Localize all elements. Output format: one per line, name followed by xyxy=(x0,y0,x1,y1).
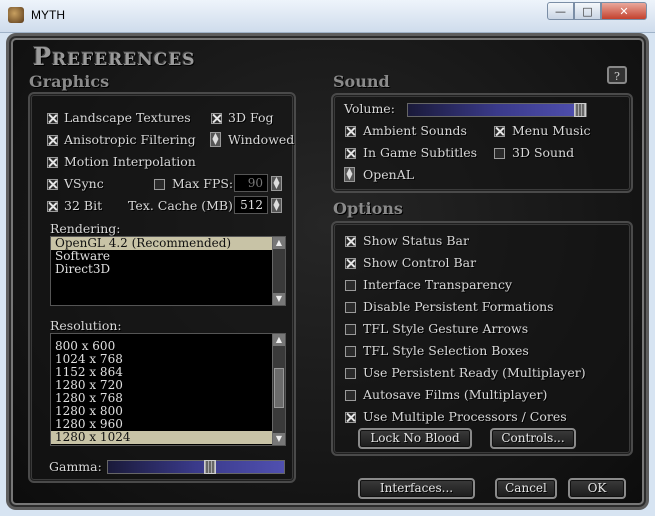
close-button[interactable]: ✕ xyxy=(601,2,647,20)
option-label: TFL Style Selection Boxes xyxy=(363,343,529,358)
option-checkbox[interactable] xyxy=(345,346,356,357)
in-game-subtitles-checkbox[interactable] xyxy=(345,148,356,159)
3d-sound-label: 3D Sound xyxy=(512,145,575,160)
option-checkbox[interactable] xyxy=(345,236,356,247)
lock-no-blood-button[interactable]: Lock No Blood xyxy=(358,428,472,449)
fog-3d-checkbox[interactable] xyxy=(211,113,222,124)
fog-3d-label: 3D Fog xyxy=(228,110,274,125)
resolution-listbox[interactable]: 800 x 600 1024 x 768 1152 x 864 1280 x 720 1… xyxy=(50,333,286,446)
option-label: Use Persistent Ready (Multiplayer) xyxy=(363,365,586,380)
anisotropic-filtering-checkbox[interactable] xyxy=(47,135,58,146)
32-bit-label: 32 Bit xyxy=(64,198,103,213)
option-checkbox[interactable] xyxy=(345,412,356,423)
landscape-textures-label: Landscape Textures xyxy=(64,110,191,125)
volume-slider-knob[interactable] xyxy=(574,103,586,117)
menu-music-label: Menu Music xyxy=(512,123,591,138)
dialog-title: Preferences xyxy=(33,42,196,71)
windowed-arrows-icon[interactable]: ▲ ▼ xyxy=(210,132,221,147)
32-bit-checkbox[interactable] xyxy=(47,201,58,212)
window-title: MYTH xyxy=(31,8,65,22)
controls-button[interactable]: Controls... xyxy=(490,428,576,449)
motion-interpolation-label: Motion Interpolation xyxy=(64,154,196,169)
anisotropic-filtering-label: Anisotropic Filtering xyxy=(64,132,196,147)
scroll-up-icon[interactable]: ▲ xyxy=(273,237,285,249)
sound-section-title: Sound xyxy=(333,72,390,91)
option-label: TFL Style Gesture Arrows xyxy=(363,321,529,336)
option-checkbox[interactable] xyxy=(345,302,356,313)
rendering-listbox[interactable]: OpenGL 4.2 (Recommended) Software Direct3D… xyxy=(50,236,286,306)
scroll-down-icon[interactable]: ▼ xyxy=(273,293,285,305)
rendering-scrollbar[interactable]: ▲ ▼ xyxy=(272,237,285,305)
options-section-title: Options xyxy=(333,199,403,218)
max-fps-checkbox[interactable] xyxy=(154,179,165,190)
volume-label: Volume: xyxy=(344,101,395,116)
rendering-list-item[interactable]: Direct3D xyxy=(51,263,285,276)
3d-sound-checkbox[interactable] xyxy=(494,148,505,159)
option-label: Interface Transparency xyxy=(363,277,513,292)
max-fps-stepper-icon[interactable]: ▲ ▼ xyxy=(271,176,282,191)
app-icon xyxy=(8,7,24,23)
ambient-sounds-checkbox[interactable] xyxy=(345,126,356,137)
openal-label: OpenAL xyxy=(363,167,415,182)
cancel-button[interactable]: Cancel xyxy=(495,478,557,499)
volume-slider[interactable] xyxy=(407,103,587,117)
menu-music-checkbox[interactable] xyxy=(494,126,505,137)
tex-cache-field[interactable]: 512 xyxy=(234,196,268,214)
option-label: Show Status Bar xyxy=(363,233,469,248)
graphics-section-title: Graphics xyxy=(29,72,110,91)
resolution-label: Resolution: xyxy=(50,318,122,333)
ok-button[interactable]: OK xyxy=(568,478,626,499)
in-game-subtitles-label: In Game Subtitles xyxy=(363,145,478,160)
resolution-scrollbar[interactable]: ▲ ▼ xyxy=(272,334,285,445)
scroll-up-icon[interactable]: ▲ xyxy=(273,334,285,346)
gamma-slider[interactable] xyxy=(107,460,285,474)
option-checkbox[interactable] xyxy=(345,368,356,379)
minimize-button[interactable]: — xyxy=(547,2,574,20)
preferences-dialog: Preferences ? Graphics Landscape Texture… xyxy=(6,33,649,510)
ambient-sounds-label: Ambient Sounds xyxy=(363,123,467,138)
scroll-thumb[interactable] xyxy=(274,368,284,408)
gamma-slider-knob[interactable] xyxy=(204,460,216,474)
option-checkbox[interactable] xyxy=(345,258,356,269)
vsync-label: VSync xyxy=(64,176,104,191)
motion-interpolation-checkbox[interactable] xyxy=(47,157,58,168)
landscape-textures-checkbox[interactable] xyxy=(47,113,58,124)
max-fps-field[interactable]: 90 xyxy=(234,174,268,192)
windowed-label: Windowed xyxy=(228,132,295,147)
resolution-list-item[interactable]: 1280 x 1024 xyxy=(51,431,285,444)
option-label: Use Multiple Processors / Cores xyxy=(363,409,567,424)
gamma-label: Gamma: xyxy=(49,459,102,474)
option-checkbox[interactable] xyxy=(345,390,356,401)
help-button[interactable]: ? xyxy=(607,66,627,84)
max-fps-label: Max FPS: xyxy=(172,176,234,191)
option-checkbox[interactable] xyxy=(345,324,356,335)
option-label: Autosave Films (Multiplayer) xyxy=(363,387,548,402)
interfaces-button[interactable]: Interfaces... xyxy=(358,478,475,499)
option-checkbox[interactable] xyxy=(345,280,356,291)
window-titlebar: MYTH — □ ✕ xyxy=(0,0,655,33)
tex-cache-label: Tex. Cache (MB): xyxy=(128,198,238,213)
vsync-checkbox[interactable] xyxy=(47,179,58,190)
rendering-label: Rendering: xyxy=(50,221,121,236)
tex-cache-stepper-icon[interactable]: ▲ ▼ xyxy=(271,198,282,213)
openal-arrows-icon[interactable]: ▲ ▼ xyxy=(344,167,355,182)
maximize-button[interactable]: □ xyxy=(574,2,601,20)
option-label: Show Control Bar xyxy=(363,255,477,270)
option-label: Disable Persistent Formations xyxy=(363,299,554,314)
scroll-down-icon[interactable]: ▼ xyxy=(273,433,285,445)
